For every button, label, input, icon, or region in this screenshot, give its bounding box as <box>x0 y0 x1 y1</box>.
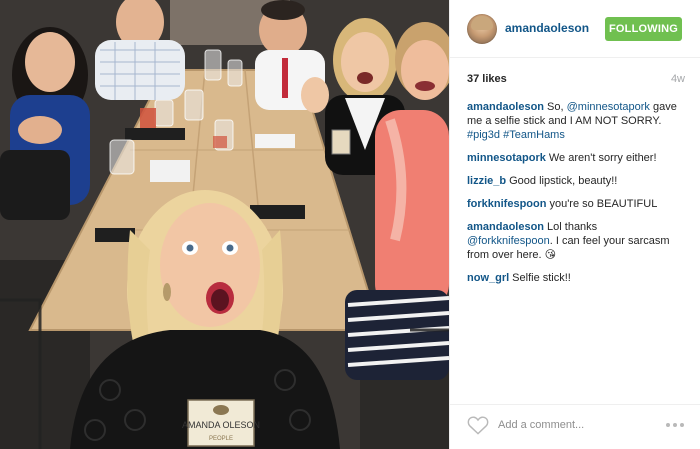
comment-username[interactable]: now_grl <box>467 272 509 284</box>
comment-text: you're so BEAUTIFUL <box>549 198 658 210</box>
comment-item: amandaoleson So, @minnesotapork gave me a… <box>467 100 685 142</box>
add-comment-input[interactable] <box>498 415 638 435</box>
comment-list: amandaoleson So, @minnesotapork gave me a… <box>467 100 685 294</box>
post-photo[interactable]: AMANDA OLESON PEOPLE <box>0 0 449 449</box>
comment-item: amandaoleson Lol thanks @forkknifespoon. … <box>467 220 685 262</box>
avatar[interactable] <box>467 14 497 44</box>
comment-username[interactable]: forkknifespoon <box>467 198 546 210</box>
post-side-panel: amandaoleson FOLLOWING 37 likes 4w amand… <box>449 0 700 449</box>
comment-item: minnesotapork We aren't sorry either! <box>467 151 685 165</box>
post-header: amandaoleson FOLLOWING <box>450 0 700 58</box>
mention-link[interactable]: @minnesotapork <box>567 101 650 113</box>
more-options-icon[interactable] <box>665 419 685 431</box>
badge-name: AMANDA OLESON <box>182 420 260 430</box>
comment-item: lizzie_b Good lipstick, beauty!! <box>467 174 685 188</box>
post-meta: 37 likes 4w <box>467 73 685 87</box>
comment-username[interactable]: amandaoleson <box>467 101 544 113</box>
comment-text: Lol thanks <box>547 221 598 233</box>
hashtag-link[interactable]: #TeamHams <box>503 129 565 141</box>
comment-item: forkknifespoon you're so BEAUTIFUL <box>467 197 685 211</box>
comment-username[interactable]: lizzie_b <box>467 175 506 187</box>
comment-text: So, <box>547 101 567 113</box>
post-viewer: AMANDA OLESON PEOPLE amandaoleson FOLLOW… <box>0 0 700 449</box>
mention-link[interactable]: @forkknifespoon <box>467 235 550 247</box>
post-footer <box>450 404 700 449</box>
comment-username[interactable]: minnesotapork <box>467 152 546 164</box>
author-username[interactable]: amandaoleson <box>505 21 589 35</box>
heart-icon[interactable] <box>467 415 489 435</box>
comment-item: now_grl Selfie stick!! <box>467 271 685 285</box>
following-button[interactable]: FOLLOWING <box>605 17 682 41</box>
comment-text: Good lipstick, beauty!! <box>509 175 618 187</box>
hashtag-link[interactable]: #pig3d <box>467 129 500 141</box>
post-age[interactable]: 4w <box>671 73 685 85</box>
comment-text: Selfie stick!! <box>512 272 571 284</box>
comment-text: We aren't sorry either! <box>548 152 657 164</box>
likes-count[interactable]: 37 likes <box>467 73 507 85</box>
badge-title: PEOPLE <box>209 436 233 442</box>
photo-illustration: AMANDA OLESON PEOPLE <box>0 0 449 449</box>
comment-username[interactable]: amandaoleson <box>467 221 544 233</box>
